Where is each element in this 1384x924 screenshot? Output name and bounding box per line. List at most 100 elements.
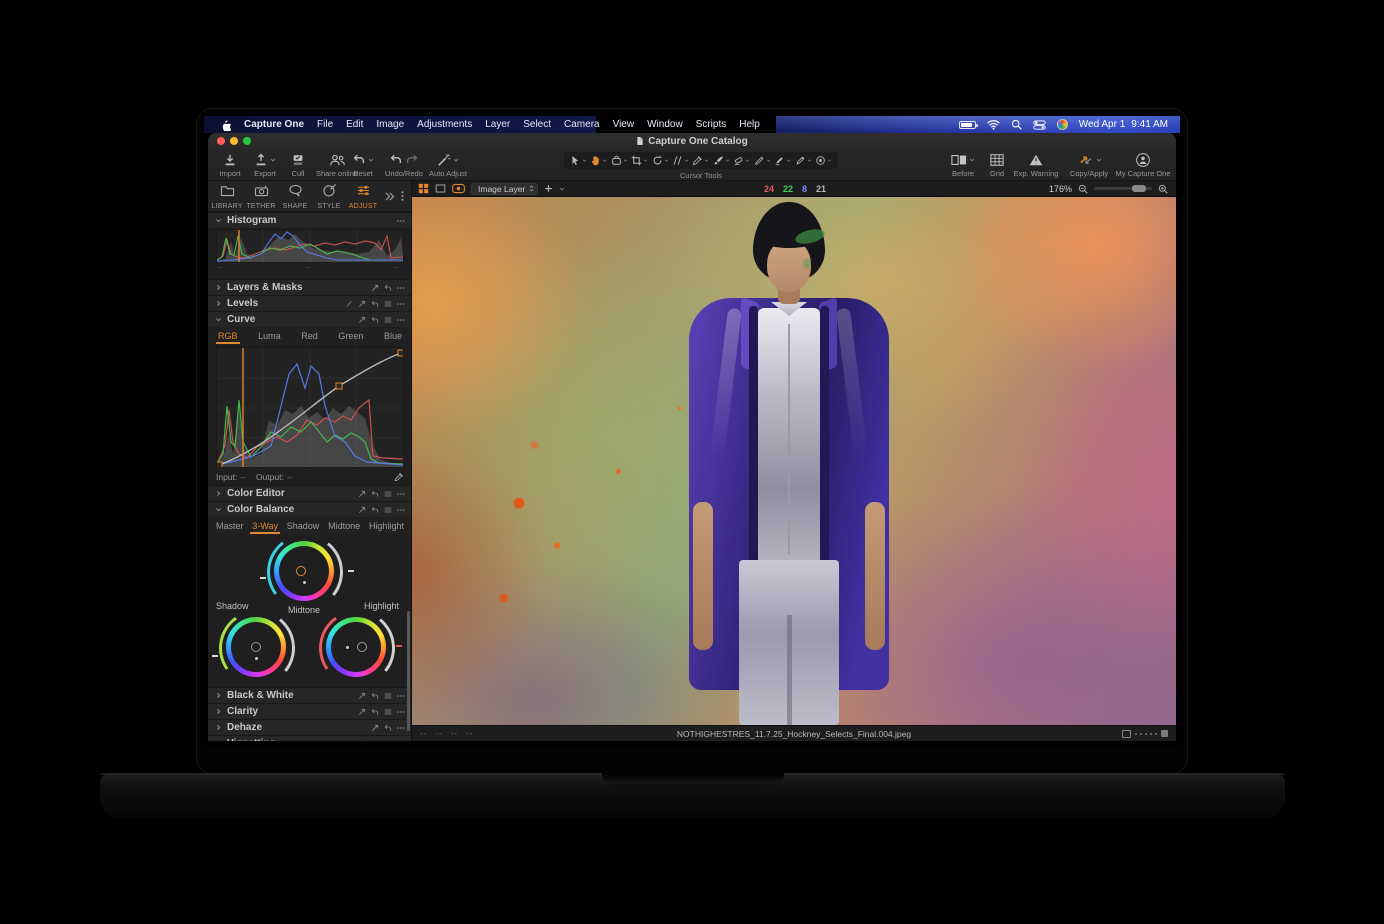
collapse-chevron-icon[interactable] [215,217,222,224]
panel-layers-masks[interactable]: Layers & Masks [208,279,412,295]
copy-adjustments-icon[interactable] [358,506,366,514]
reset-adjustments-icon[interactable] [371,300,379,308]
tool-heal[interactable] [774,155,791,166]
cb-tab-master[interactable]: Master [216,519,244,534]
before-button[interactable]: Before [943,152,983,178]
more-options-icon[interactable] [397,284,405,292]
tool-clone[interactable] [795,155,812,166]
presets-icon[interactable] [384,490,392,498]
reset-adjustments-icon[interactable] [384,724,392,732]
tool-erase-mask[interactable] [733,155,750,166]
layer-select[interactable]: Image Layer [471,183,538,195]
expand-tabs-icon[interactable] [384,192,395,201]
menu-window[interactable]: Window [647,119,683,130]
browser-app-icon[interactable] [1057,119,1068,130]
apple-logo-icon[interactable] [220,119,231,131]
zoom-in-icon[interactable] [1158,184,1168,194]
proof-view-icon[interactable] [452,183,465,194]
cull-button[interactable]: Cull [286,152,310,178]
highlight-wheel-cursor[interactable] [357,642,367,652]
battery-icon[interactable] [959,121,976,129]
presets-icon[interactable] [384,708,392,716]
cb-tab-shadow[interactable]: Shadow [287,519,320,534]
curve-graph[interactable] [216,347,404,468]
more-options-icon[interactable] [397,692,405,700]
tool-spot[interactable] [815,155,832,166]
zoom-out-icon[interactable] [1078,184,1088,194]
menu-app-name[interactable]: Capture One [244,119,304,130]
reset-adjustments-icon[interactable] [371,316,379,324]
more-vertical-icon[interactable] [401,190,404,202]
reset-adjustments-icon[interactable] [371,506,379,514]
chevron-down-icon[interactable] [559,186,565,192]
collapse-chevron-icon[interactable] [215,740,222,741]
multi-view-icon[interactable] [418,183,429,194]
more-options-icon[interactable] [397,708,405,716]
tool-pan[interactable] [590,155,607,166]
panel-histogram[interactable]: Histogram [208,212,412,228]
collapse-chevron-icon[interactable] [215,506,222,513]
reset-adjustments-icon[interactable] [371,692,379,700]
tool-linear-gradient-mask[interactable] [754,155,771,166]
menu-layer[interactable]: Layer [485,119,510,130]
copy-adjustments-icon[interactable] [358,708,366,716]
more-options-icon[interactable] [397,217,405,225]
tool-draw-mask[interactable] [713,155,730,166]
menu-edit[interactable]: Edit [346,119,363,130]
reset-adjustments-icon[interactable] [371,740,379,742]
window-title-bar[interactable]: Capture One Catalog [208,133,1176,149]
reset-adjustments-icon[interactable] [371,708,379,716]
menu-adjustments[interactable]: Adjustments [417,119,472,130]
panel-levels[interactable]: Levels [208,295,412,311]
panel-color-editor[interactable]: Color Editor [208,485,412,501]
presets-icon[interactable] [384,300,392,308]
auto-adjust-button[interactable]: Auto Adjust [424,152,472,178]
tab-library[interactable]: LIBRARY [210,184,244,210]
tool-select[interactable] [570,155,587,166]
more-options-icon[interactable] [397,316,405,324]
tool-pick-color[interactable] [692,155,709,166]
tab-shape[interactable]: SHAPE [278,184,312,210]
copy-adjustments-icon[interactable] [358,316,366,324]
single-view-icon[interactable] [435,183,446,194]
sidebar-scrollbar[interactable] [407,611,410,731]
copy-adjustments-icon[interactable] [358,490,366,498]
tool-straighten[interactable] [672,155,689,166]
curve-picker-icon[interactable] [394,472,404,482]
panel-black-white[interactable]: Black & White [208,687,412,703]
copy-adjustments-icon[interactable] [371,724,379,732]
collapse-chevron-icon[interactable] [215,692,222,699]
panel-color-balance[interactable]: Color Balance [208,501,412,517]
more-options-icon[interactable] [397,506,405,514]
wifi-icon[interactable] [987,119,1000,130]
curve-tab-blue[interactable]: Blue [384,329,402,344]
curve-tab-red[interactable]: Red [301,329,318,344]
curve-tab-green[interactable]: Green [338,329,363,344]
spotlight-search-icon[interactable] [1011,119,1022,130]
more-options-icon[interactable] [397,490,405,498]
zoom-slider-thumb[interactable] [1132,185,1146,192]
curve-tab-rgb[interactable]: RGB [218,329,238,344]
exposure-warning-button[interactable]: Exp. Warning [1010,152,1062,178]
more-options-icon[interactable] [397,740,405,742]
histogram-graph[interactable] [216,229,404,263]
midtone-wheel-cursor[interactable] [296,566,306,576]
more-options-icon[interactable] [397,724,405,732]
copy-adjustments-icon[interactable] [371,284,379,292]
menu-view[interactable]: View [613,119,635,130]
presets-icon[interactable] [384,740,392,742]
menu-file[interactable]: File [317,119,333,130]
copy-adjustments-icon[interactable] [358,300,366,308]
close-window-button[interactable] [217,137,225,145]
zoom-window-button[interactable] [243,137,251,145]
panel-curve[interactable]: Curve [208,311,412,327]
copy-apply-button[interactable]: Copy/Apply [1064,152,1114,178]
reset-adjustments-icon[interactable] [371,490,379,498]
reset-button[interactable]: Reset [344,152,382,178]
menu-image[interactable]: Image [376,119,404,130]
reset-adjustments-icon[interactable] [384,284,392,292]
collapse-chevron-icon[interactable] [215,300,222,307]
auto-levels-icon[interactable] [345,300,353,308]
photo-canvas[interactable] [412,197,1176,725]
menu-help[interactable]: Help [739,119,760,130]
